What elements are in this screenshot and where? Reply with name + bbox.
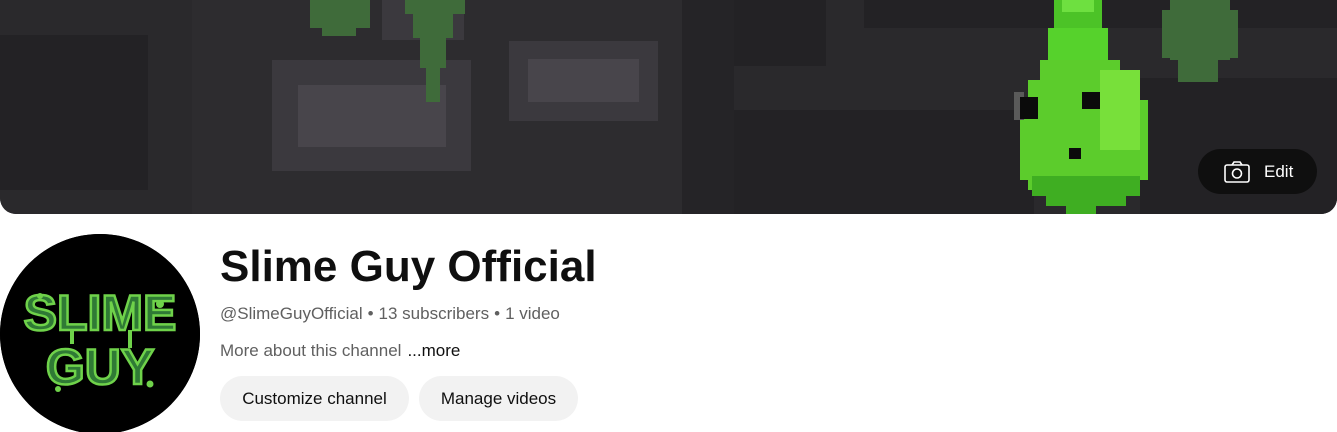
about-text: More about this channel — [220, 341, 402, 360]
customize-channel-button[interactable]: Customize channel — [220, 376, 409, 421]
channel-handle: @SlimeGuyOfficial — [220, 304, 363, 323]
manage-videos-button[interactable]: Manage videos — [419, 376, 578, 421]
subscriber-count: 13 subscribers — [378, 304, 490, 323]
banner-artwork — [0, 0, 1337, 214]
separator-dot: • — [367, 304, 374, 323]
edit-banner-button[interactable]: Edit — [1198, 149, 1317, 194]
avatar-logo: SLIME GUY — [0, 234, 200, 432]
separator-dot: • — [494, 304, 501, 323]
channel-avatar[interactable]: SLIME GUY — [0, 234, 200, 432]
edit-banner-label: Edit — [1264, 161, 1294, 181]
channel-meta: @SlimeGuyOfficial • 13 subscribers • 1 video — [220, 303, 560, 325]
avatar-logo-text-top: SLIME — [24, 285, 177, 341]
camera-icon — [1224, 160, 1250, 183]
channel-about[interactable]: More about this channel ...more — [220, 340, 460, 362]
channel-banner: Edit — [0, 0, 1337, 214]
channel-page: Edit SLIME GUY Slime Guy Official @Slime… — [0, 0, 1337, 432]
channel-name: Slime Guy Official — [220, 242, 597, 291]
avatar-logo-text-bottom: GUY — [46, 339, 154, 395]
more-link[interactable]: ...more — [407, 341, 460, 360]
video-count: 1 video — [505, 304, 560, 323]
